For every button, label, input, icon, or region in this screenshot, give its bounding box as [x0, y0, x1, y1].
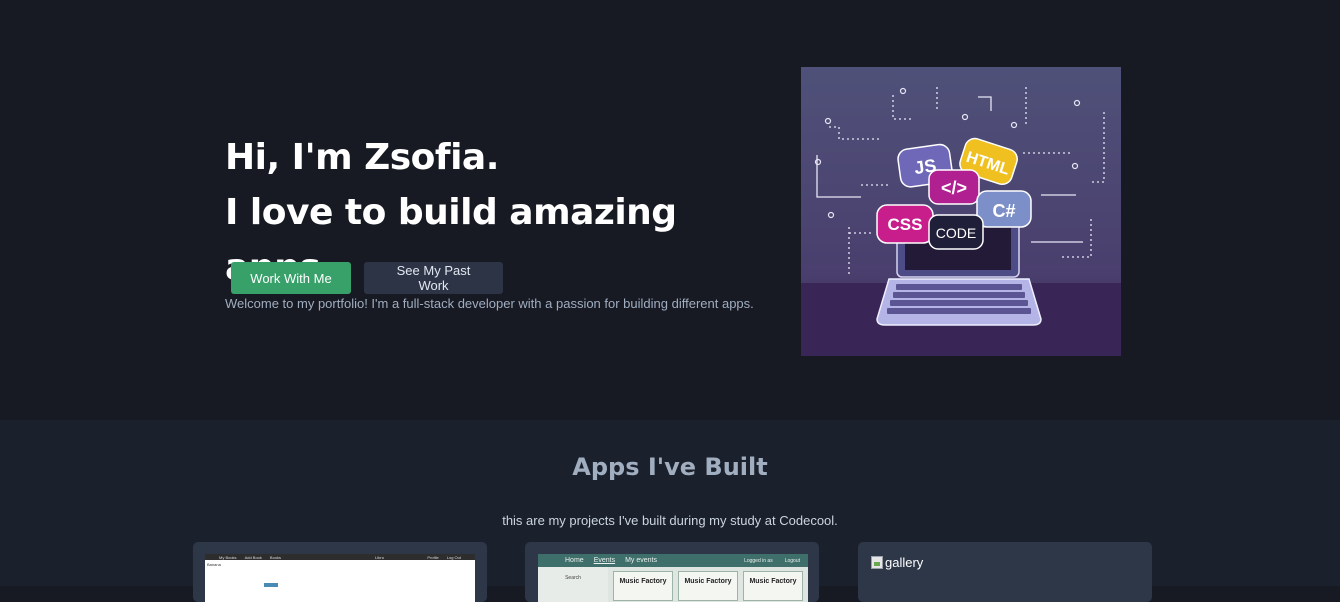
screenshot-tile: Music Factory — [613, 571, 673, 601]
svg-text:CSS: CSS — [888, 215, 923, 234]
screenshot-label: Banana — [207, 562, 221, 567]
broken-image: gallery — [871, 555, 923, 570]
work-with-me-button[interactable]: Work With Me — [231, 262, 351, 294]
image-alt-text: gallery — [885, 555, 924, 570]
apps-subtitle: this are my projects I've built during m… — [502, 513, 838, 528]
svg-text:CODE: CODE — [936, 225, 976, 241]
screenshot-nav-item: Add Book — [244, 554, 262, 560]
hero-illustration: JS HTML </> C# CSS CODE — [801, 67, 1121, 356]
broken-image-icon — [871, 556, 883, 569]
hero-buttons: Work With Me See My Past Work — [231, 262, 503, 294]
screenshot-nav-item: Profile — [427, 554, 439, 560]
project-card-events[interactable]: Home Events My events Logged in as Logou… — [525, 542, 819, 602]
project-card-libro[interactable]: My Books Add Book Books Libro Profile Lo… — [193, 542, 487, 602]
screenshot-nav-item: My Books — [219, 554, 237, 560]
project-card-gallery[interactable]: gallery — [858, 542, 1152, 602]
hero-section: Hi, I'm Zsofia. I love to build amazing … — [0, 0, 1340, 420]
hero-subtitle: Welcome to my portfolio! I'm a full-stac… — [225, 296, 754, 311]
svg-text:</>: </> — [941, 178, 967, 198]
project-screenshot: My Books Add Book Books Libro Profile Lo… — [205, 554, 475, 602]
see-past-work-button[interactable]: See My Past Work — [364, 262, 503, 294]
screenshot-brand: Libro — [375, 554, 384, 560]
screenshot-navbar: Home Events My events Logged in as Logou… — [538, 554, 808, 567]
project-screenshot: Home Events My events Logged in as Logou… — [538, 554, 808, 602]
screenshot-tile: Music Factory — [678, 571, 738, 601]
screenshot-nav-item: Events — [593, 557, 616, 564]
screenshot-chip — [264, 583, 278, 587]
screenshot-nav-item: Logged in as — [744, 557, 773, 564]
screenshot-nav-item: Books — [269, 554, 282, 560]
apps-section: Apps I've Built this are my projects I'v… — [0, 420, 1340, 602]
screenshot-nav-item: Home — [565, 557, 584, 564]
screenshot-nav-item: My events — [625, 557, 657, 564]
apps-title: Apps I've Built — [572, 453, 768, 481]
hero-greeting: Hi, I'm Zsofia. — [225, 137, 499, 178]
screenshot-tile: Music Factory — [743, 571, 803, 601]
svg-text:C#: C# — [992, 201, 1015, 221]
screenshot-nav-item: Log Out — [446, 554, 461, 560]
screenshot-nav-item: Logout — [784, 557, 800, 564]
screenshot-search: Search — [538, 567, 608, 602]
